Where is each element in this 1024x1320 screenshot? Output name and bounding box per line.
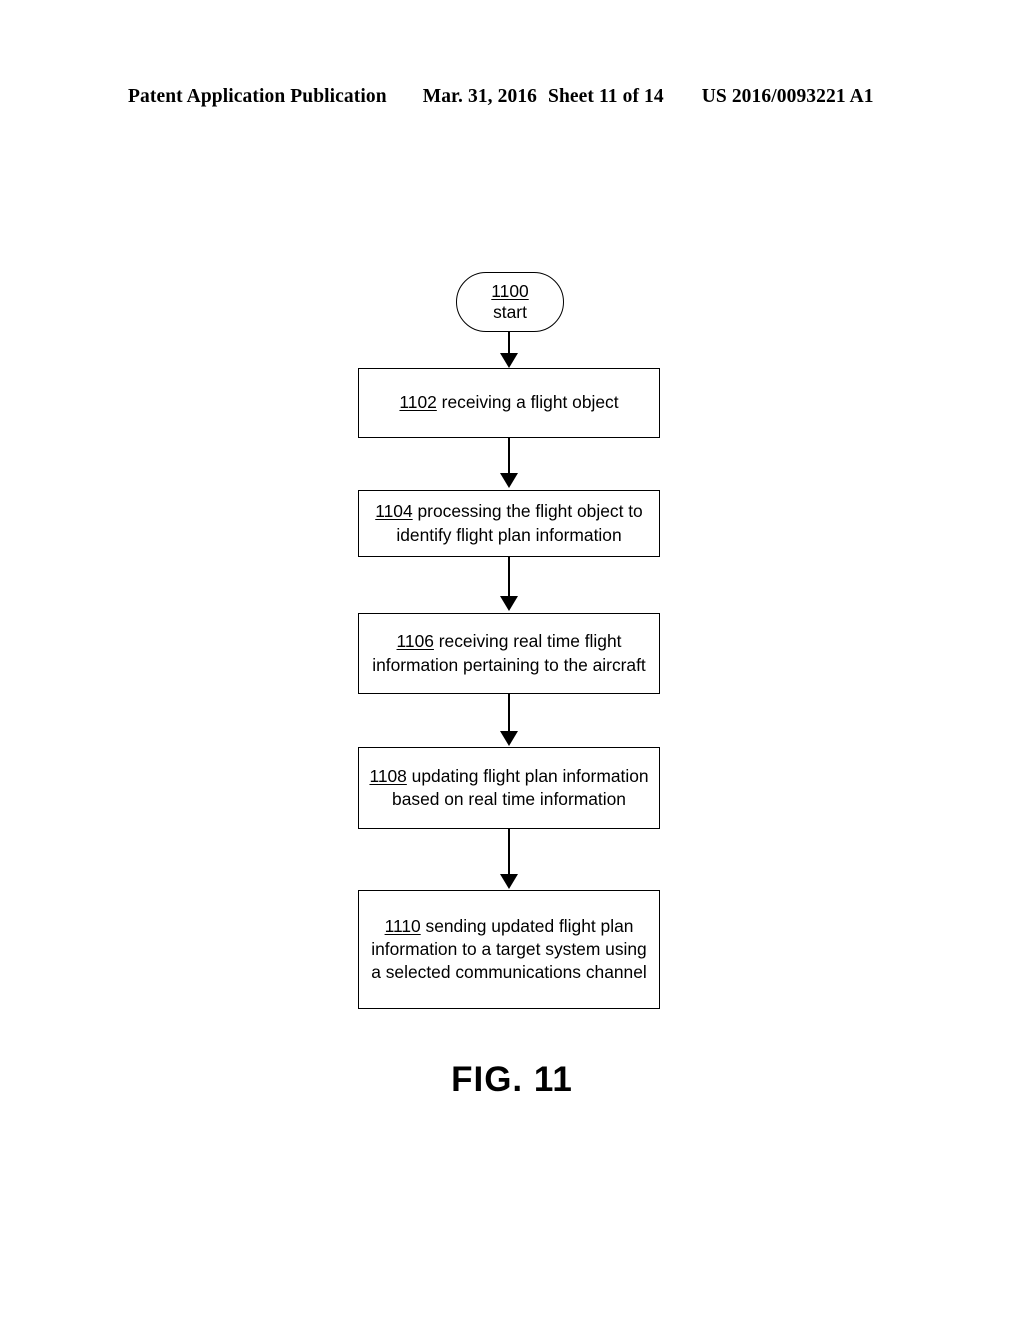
- flowchart-node-start: 1100 start: [456, 272, 564, 332]
- start-node-label: start: [493, 302, 527, 322]
- node-1104-ref: 1104: [375, 501, 413, 522]
- connector-arrowhead-1104-1106: [500, 596, 518, 611]
- connector-line-1108-1110: [508, 829, 510, 875]
- figure-caption: FIG. 11: [451, 1060, 573, 1099]
- flowchart-node-1106: 1106 receiving real time flight informat…: [358, 613, 660, 694]
- connector-line-start-1102: [508, 332, 510, 354]
- connector-arrowhead-1108-1110: [500, 874, 518, 889]
- connector-arrowhead-start-1102: [500, 353, 518, 368]
- connector-line-1102-1104: [508, 438, 510, 474]
- connector-arrowhead-1106-1108: [500, 731, 518, 746]
- node-1102-ref: 1102: [399, 392, 437, 413]
- node-1110-ref: 1110: [384, 915, 421, 936]
- connector-arrowhead-1102-1104: [500, 473, 518, 488]
- node-1102-text: receiving a flight object: [436, 392, 619, 413]
- node-1104-text: processing the flight object to identify…: [396, 501, 643, 545]
- flowchart-node-1108: 1108 updating flight plan information ba…: [358, 747, 660, 829]
- start-node-ref: 1100: [491, 281, 529, 302]
- flowchart-node-1110: 1110 sending updated flight plan informa…: [358, 890, 660, 1009]
- node-1108-text: updating flight plan information based o…: [392, 765, 649, 809]
- flowchart-node-1102: 1102 receiving a flight object: [358, 368, 660, 438]
- connector-line-1104-1106: [508, 557, 510, 597]
- node-1106-ref: 1106: [396, 631, 434, 652]
- node-1108-ref: 1108: [369, 765, 407, 786]
- connector-line-1106-1108: [508, 694, 510, 732]
- flowchart-diagram: 1100 start 1102 receiving a flight objec…: [0, 0, 1024, 1320]
- flowchart-node-1104: 1104 processing the flight object to ide…: [358, 490, 660, 557]
